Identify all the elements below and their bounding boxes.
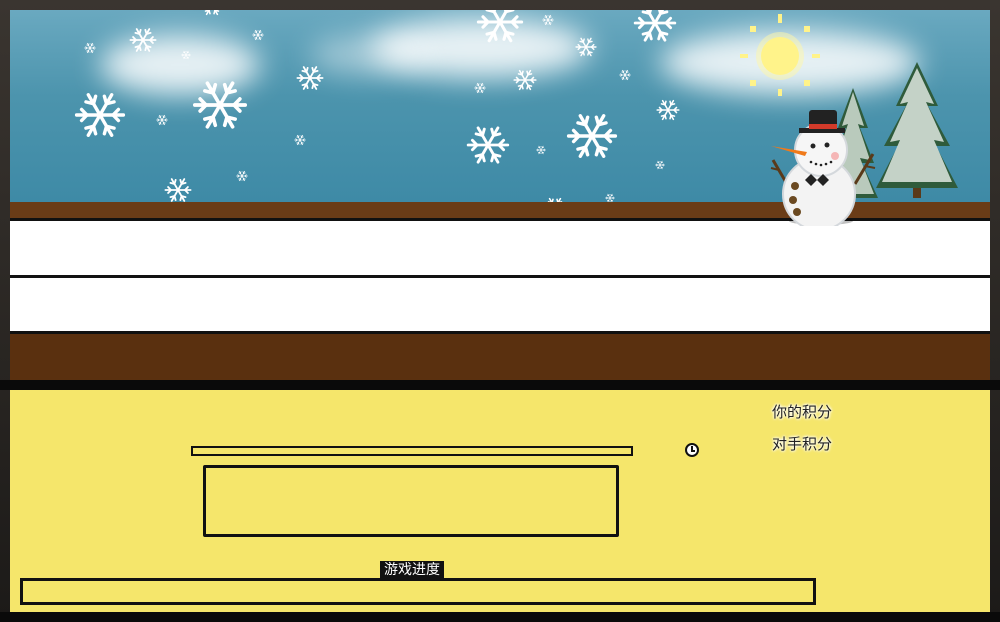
snowflake-icon: [633, 10, 677, 42]
snowflake-icon: [605, 193, 615, 202]
snowflake-icon: [192, 81, 248, 129]
snowflake-icon: [236, 170, 248, 182]
race-lane-you: [10, 218, 990, 278]
clock-icon: [685, 443, 699, 457]
snowflake-icon: [655, 160, 665, 170]
race-lane-opponent: [10, 275, 990, 334]
snowflake-icon: [294, 134, 306, 146]
answer-input-box[interactable]: [203, 465, 619, 537]
snowflake-icon: [156, 114, 168, 126]
snowflake-icon: [536, 145, 546, 155]
snowflake-icon: [566, 114, 618, 158]
game-scene: [10, 10, 990, 380]
snowflake-icon: [296, 66, 324, 90]
game-progress-bar: [20, 578, 816, 605]
snowflake-icon: [466, 126, 510, 164]
timer-bar: [191, 446, 633, 456]
snowman-icon: [770, 110, 876, 226]
snowflake-icon: [513, 69, 537, 91]
bottom-border: [0, 612, 1000, 622]
snowflake-icon: [129, 28, 157, 52]
snowflake-icon: [542, 14, 554, 26]
cloud: [310, 35, 430, 75]
snowflake-icon: [575, 37, 597, 57]
snowflake-icon: [204, 10, 220, 16]
snowflake-icon: [84, 42, 96, 54]
snowflake-icon: [474, 82, 486, 94]
control-panel: 你的积分 对手积分 游戏进度: [10, 390, 990, 612]
snowflake-icon: [181, 50, 191, 60]
your-score-label: 你的积分: [772, 403, 833, 421]
sun-icon: [740, 14, 820, 96]
opponent-score-label: 对手积分: [772, 435, 833, 453]
divider: [0, 380, 1000, 390]
snowflake-icon: [74, 93, 126, 137]
snowflake-icon: [619, 69, 631, 81]
dirt-floor: [10, 334, 990, 380]
game-window: 你的积分 对手积分 游戏进度: [0, 0, 1000, 622]
pine-tree-icon: [876, 62, 958, 198]
snowflake-icon: [656, 99, 680, 121]
snowflake-icon: [252, 29, 264, 41]
snowflake-icon: [476, 10, 524, 43]
snowflake-icon: [164, 178, 192, 202]
